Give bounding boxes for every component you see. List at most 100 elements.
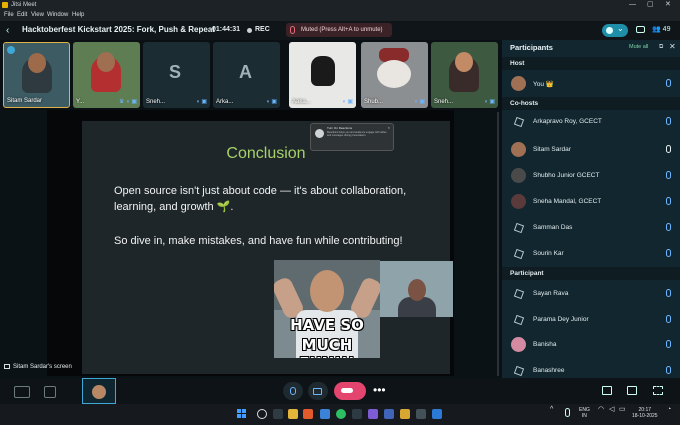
clock[interactable]: 20:17 18-10-2025 <box>632 407 658 419</box>
more-options-icon[interactable]: ••• <box>373 383 386 397</box>
participant-tile[interactable]: A Arka... ◖ ▣ <box>213 42 280 108</box>
participant-name: Sneha Mandal, GCECT <box>533 198 602 205</box>
mute-all-button[interactable]: Mute all <box>629 44 648 50</box>
screen-layout-icon[interactable] <box>14 386 30 398</box>
whatsapp-icon[interactable] <box>336 409 346 419</box>
tile-name: Sneh... <box>434 99 454 105</box>
mic-muted-icon[interactable] <box>666 249 671 257</box>
chat-icon[interactable] <box>636 26 645 33</box>
stage-scrollbar[interactable] <box>497 112 499 376</box>
participant-tile[interactable]: Sitam Sardar <box>3 42 70 108</box>
self-view-thumbnail[interactable] <box>82 378 116 404</box>
vscode-icon[interactable] <box>432 409 442 419</box>
maximize-button[interactable]: ▢ <box>647 0 654 10</box>
start-logo-tile <box>242 414 246 418</box>
participant-row[interactable]: Parama Dey Junior <box>502 307 680 332</box>
taskview-icon[interactable] <box>273 409 283 419</box>
wifi-icon[interactable]: ◠ <box>598 406 604 413</box>
participant-name: You 👑 <box>533 81 554 88</box>
reactions-popup[interactable]: Turn On Reactions Reactions helps you an… <box>310 123 394 151</box>
participant-tile[interactable]: S Sneh... ◖ ▣ <box>143 42 210 108</box>
mic-muted-icon[interactable] <box>666 223 671 231</box>
notification-icon[interactable]: ◔ <box>667 406 671 413</box>
participant-row[interactable]: Arkapravo Roy, GCECT <box>502 109 680 134</box>
participant-tile[interactable]: Aaka... ◖ ▣ <box>289 42 356 108</box>
participant-row[interactable]: Sitam Sardar <box>502 137 680 162</box>
view-mode-button[interactable]: ⌄ <box>602 24 628 37</box>
language-indicator[interactable]: ENG IN <box>579 407 590 419</box>
participant-row[interactable]: Sayan Rava <box>502 281 680 306</box>
file-explorer-icon[interactable] <box>288 409 298 419</box>
avatar <box>511 363 526 378</box>
mic-muted-icon[interactable] <box>666 289 671 297</box>
back-chevron-icon[interactable]: ‹ <box>6 25 9 36</box>
participants-count-button[interactable]: 👥 49 <box>652 25 670 33</box>
participant-row[interactable]: Banisha <box>502 332 680 357</box>
popup-body: Reactions helps you and audience engage … <box>327 131 387 137</box>
edge-icon[interactable] <box>320 409 330 419</box>
menu-view[interactable]: View <box>31 10 44 21</box>
participant-tile[interactable]: Shub... ◖ ▣ <box>361 42 428 108</box>
browser-icon[interactable] <box>303 409 313 419</box>
mic-muted-icon[interactable] <box>666 340 671 348</box>
mic-on-icon[interactable] <box>666 145 671 153</box>
close-icon[interactable]: ✕ <box>669 42 676 51</box>
mic-muted-icon[interactable] <box>666 366 671 374</box>
muted-banner[interactable]: Muted (Press Alt+A to unmute) <box>286 23 392 37</box>
microphone-button[interactable] <box>283 382 303 400</box>
mic-muted-icon: ◖ ▣ <box>414 99 425 105</box>
discord-icon[interactable] <box>368 409 378 419</box>
participant-tile[interactable]: Sneh... ◖ ▣ <box>431 42 498 108</box>
app-icon[interactable] <box>416 409 426 419</box>
volume-icon[interactable]: ◁ <box>609 406 614 413</box>
participant-row[interactable]: You 👑 <box>502 71 680 96</box>
leave-call-button[interactable] <box>334 382 366 400</box>
menu-file[interactable]: File <box>4 10 14 21</box>
start-button[interactable] <box>237 409 247 419</box>
gif-caption-line2: MUCH FUN!!! <box>299 336 355 358</box>
close-window-button[interactable]: ✕ <box>665 0 671 10</box>
section-label: Participant <box>510 270 544 277</box>
participant-tile[interactable]: Y... ♛ ◖ ▣ <box>73 42 140 108</box>
mic-muted-icon[interactable] <box>666 117 671 125</box>
mic-muted-icon[interactable] <box>666 79 671 87</box>
tray-chevron-icon[interactable]: ^ <box>550 406 553 413</box>
avatar-logo-icon: A <box>239 62 252 82</box>
start-logo-tile <box>242 409 246 413</box>
participant-row[interactable]: Samman Das <box>502 215 680 240</box>
participants-panel: Participants Mute all ⧉ ✕ Host You 👑 Co-… <box>502 40 680 378</box>
reactions-icon <box>315 129 324 138</box>
share-screen-icon[interactable] <box>602 386 612 395</box>
fullscreen-icon[interactable] <box>653 386 663 395</box>
menu-window[interactable]: Window <box>47 10 68 21</box>
pip-icon[interactable] <box>627 386 637 395</box>
participant-row[interactable]: Banashree <box>502 358 680 383</box>
search-icon[interactable] <box>257 409 267 419</box>
popout-icon[interactable]: ⧉ <box>659 44 663 51</box>
mic-muted-icon[interactable] <box>666 197 671 205</box>
participant-row[interactable]: Shubho Junior GCECT <box>502 163 680 188</box>
menu-edit[interactable]: Edit <box>17 10 27 21</box>
minimize-button[interactable]: — <box>629 0 636 10</box>
participant-row[interactable]: Sneha Mandal, GCECT <box>502 189 680 214</box>
filmstrip-icon[interactable] <box>44 386 56 398</box>
store-icon[interactable] <box>384 409 394 419</box>
app-icon[interactable] <box>352 409 362 419</box>
participant-name: Banashree <box>533 367 565 374</box>
close-icon[interactable]: × <box>388 125 390 130</box>
avatar <box>511 312 526 327</box>
menu-help[interactable]: Help <box>72 10 84 21</box>
participant-name: Banisha <box>533 341 557 348</box>
avatar <box>511 194 526 209</box>
avatar <box>511 246 526 261</box>
participant-name: Shubho Junior GCECT <box>533 172 600 179</box>
battery-icon[interactable]: ▭ <box>619 406 626 413</box>
gif-caption-line1: HAVE SO <box>290 316 364 334</box>
participant-row[interactable]: Sourin Kar <box>502 241 680 266</box>
mic-tray-icon[interactable] <box>565 408 570 417</box>
camera-button[interactable] <box>308 382 328 400</box>
mic-muted-icon[interactable] <box>666 315 671 323</box>
mic-muted-icon[interactable] <box>666 171 671 179</box>
jitsi-icon[interactable] <box>400 409 410 419</box>
slide-paragraph-1: Open source isn't just about code — it's… <box>114 185 407 213</box>
